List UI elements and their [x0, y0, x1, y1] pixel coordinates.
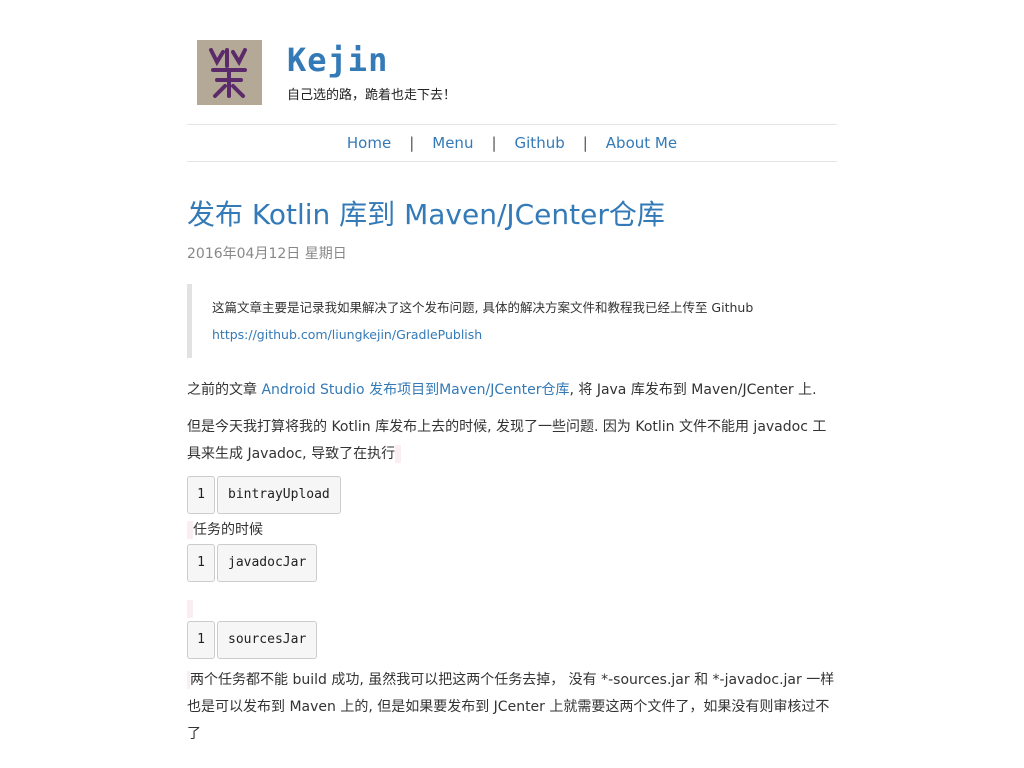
previous-article-link[interactable]: Android Studio 发布项目到Maven/JCenter仓库: [261, 382, 569, 398]
post-blockquote: 这篇文章主要是记录我如果解决了这个发布问题, 具体的解决方案文件和教程我已经上传…: [187, 284, 837, 358]
quote-text: 这篇文章主要是记录我如果解决了这个发布问题, 具体的解决方案文件和教程我已经上传…: [212, 300, 754, 315]
paragraph-intro: 之前的文章 Android Studio 发布项目到Maven/JCenter仓…: [187, 377, 837, 404]
nav-home[interactable]: Home: [347, 134, 391, 152]
nav-separator: |: [491, 134, 497, 152]
inline-code-marker: [187, 599, 193, 618]
code-line-number: 1: [187, 544, 215, 582]
nav-about-me[interactable]: About Me: [606, 134, 677, 152]
code-line-number: 1: [187, 621, 215, 659]
code-text: bintrayUpload: [217, 476, 341, 514]
avatar-logo-icon: [197, 40, 262, 105]
github-project-link[interactable]: https://github.com/liungkejin/GradlePubl…: [212, 327, 482, 342]
problem-text: 但是今天我打算将我的 Kotlin 库发布上去的时候, 发现了一些问题. 因为 …: [187, 419, 827, 462]
code-line-number: 1: [187, 476, 215, 514]
nav-separator: |: [409, 134, 415, 152]
main-nav: Home | Menu | Github | About Me: [187, 124, 837, 162]
task-text-content: 任务的时候: [193, 522, 263, 538]
intro-prefix: 之前的文章: [187, 382, 262, 398]
conclusion-text: 两个任务都不能 build 成功, 虽然我可以把这两个任务去掉， 没有 *-so…: [187, 672, 835, 742]
post-date: 2016年04月12日 星期日: [187, 246, 347, 262]
inline-code-gap: [187, 598, 837, 618]
paragraph-conclusion: 两个任务都不能 build 成功, 虽然我可以把这两个任务去掉， 没有 *-so…: [187, 667, 837, 748]
nav-separator: |: [582, 134, 588, 152]
site-header: Kejin 自己选的路，跪着也走下去！: [187, 0, 837, 124]
code-block-javadoc: 1 javadocJar: [187, 544, 837, 582]
paragraph-problem: 但是今天我打算将我的 Kotlin 库发布上去的时候, 发现了一些问题. 因为 …: [187, 414, 837, 468]
post-title: 发布 Kotlin 库到 Maven/JCenter仓库: [187, 198, 665, 231]
site-tagline: 自己选的路，跪着也走下去！: [287, 88, 457, 103]
page-container: Kejin 自己选的路，跪着也走下去！ Home | Menu | Github | Abo…: [187, 0, 837, 748]
intro-suffix: , 将 Java 库发布到 Maven/JCenter 上.: [569, 382, 817, 398]
code-block-sources: 1 sourcesJar: [187, 621, 837, 659]
site-title[interactable]: Kejin: [287, 40, 388, 80]
code-text: javadocJar: [217, 544, 318, 582]
inline-code-marker: [395, 445, 402, 463]
nav-github[interactable]: Github: [515, 134, 565, 152]
code-block-bintray: 1 bintrayUpload: [187, 476, 837, 514]
nav-menu[interactable]: Menu: [432, 134, 473, 152]
code-text: sourcesJar: [217, 621, 318, 659]
task-text: 任务的时候: [187, 518, 837, 542]
avatar[interactable]: [197, 40, 262, 105]
